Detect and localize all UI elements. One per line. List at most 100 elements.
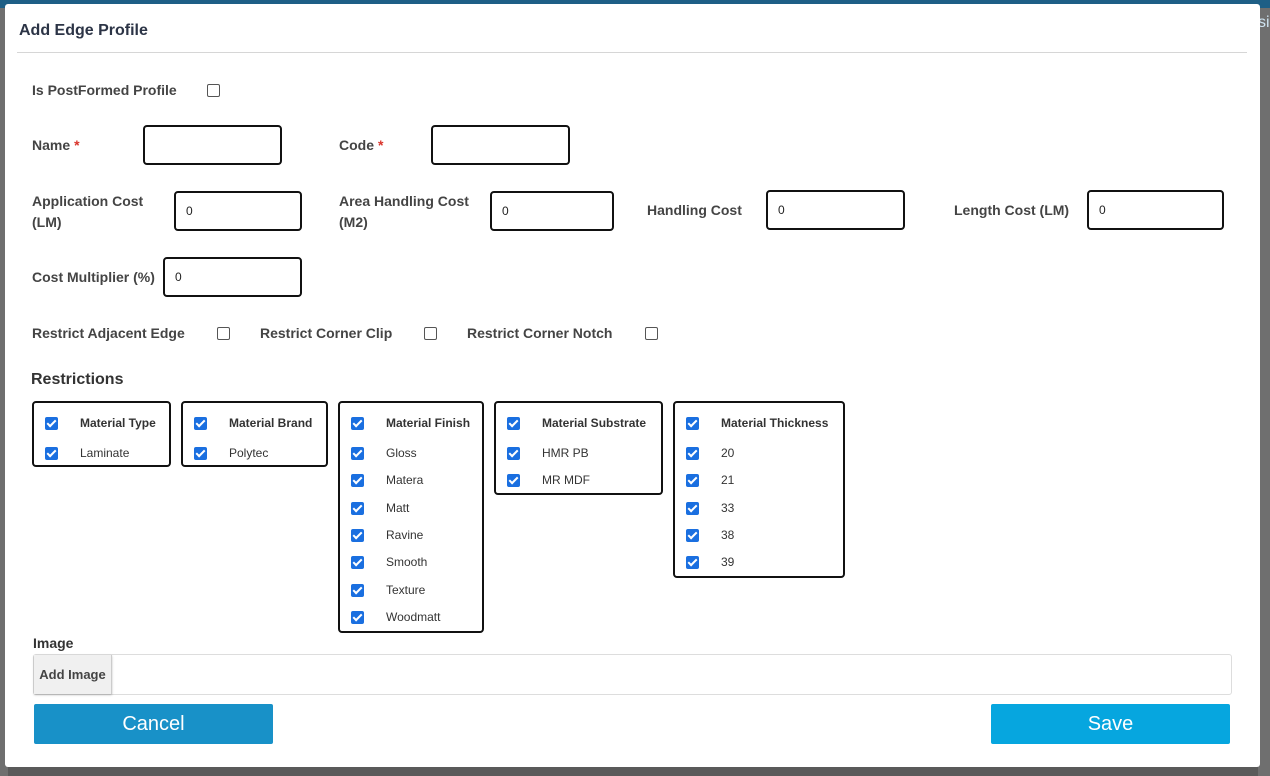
checkbox-checked[interactable]: [45, 416, 58, 430]
list-item-label: 21: [721, 473, 735, 487]
list-item-label: MR MDF: [542, 473, 590, 487]
checkbox-checked[interactable]: [686, 528, 699, 542]
material-thickness-header: Material Thickness: [721, 416, 829, 430]
restrictions-title: Restrictions: [31, 371, 124, 388]
material-brand-header-row[interactable]: Material Brand: [194, 415, 312, 431]
cancel-button[interactable]: Cancel: [34, 704, 273, 744]
name-input[interactable]: [143, 125, 282, 165]
list-item-label: 20: [721, 446, 735, 460]
list-item-label: Polytec: [229, 446, 269, 460]
list-item[interactable]: Ravine: [351, 527, 423, 543]
handling-cost-label: Handling Cost: [647, 202, 742, 218]
list-item-label: Ravine: [386, 528, 424, 542]
list-item[interactable]: 33: [686, 500, 734, 516]
list-item[interactable]: Matera: [351, 472, 423, 488]
list-item[interactable]: 38: [686, 527, 734, 543]
list-item[interactable]: Woodmatt: [351, 609, 440, 625]
area-handling-label-line1: Area Handling Cost: [339, 193, 469, 209]
code-label-text: Code: [339, 137, 374, 153]
title-divider: [17, 52, 1247, 53]
checkbox-checked[interactable]: [686, 446, 699, 460]
checkbox-checked[interactable]: [194, 446, 207, 460]
checkbox-checked[interactable]: [194, 416, 207, 430]
image-upload-area: Add Image: [33, 654, 1232, 695]
restrict-adjacent-edge-label: Restrict Adjacent Edge: [32, 325, 185, 341]
application-cost-label: Application Cost (LM): [32, 191, 143, 233]
checkbox-checked[interactable]: [351, 610, 364, 624]
code-input[interactable]: [431, 125, 570, 165]
area-handling-cost-label: Area Handling Cost (M2): [339, 191, 469, 233]
list-item[interactable]: MR MDF: [507, 472, 590, 488]
checkbox-checked[interactable]: [45, 446, 58, 460]
checkbox-checked[interactable]: [507, 473, 520, 487]
list-item-label: 33: [721, 501, 735, 515]
name-label-text: Name: [32, 137, 71, 153]
list-item-label: Woodmatt: [386, 610, 441, 624]
checkbox-checked[interactable]: [686, 555, 699, 569]
area-handling-label-line2: (M2): [339, 214, 368, 230]
postformed-checkbox[interactable]: [207, 84, 220, 97]
checkbox-checked[interactable]: [351, 473, 364, 487]
list-item-label: 38: [721, 528, 735, 542]
material-finish-header: Material Finish: [386, 416, 471, 430]
application-cost-label-line1: Application Cost: [32, 193, 144, 209]
list-item-label: 39: [721, 555, 735, 569]
checkbox-checked[interactable]: [351, 528, 364, 542]
length-cost-label: Length Cost (LM): [954, 202, 1070, 218]
checkbox-checked[interactable]: [507, 446, 520, 460]
material-brand-header: Material Brand: [229, 416, 313, 430]
checkbox-checked[interactable]: [351, 501, 364, 515]
image-label: Image: [33, 635, 74, 651]
material-substrate-header: Material Substrate: [542, 416, 647, 430]
required-marker: *: [74, 137, 80, 153]
list-item[interactable]: 20: [686, 445, 734, 461]
restrict-adjacent-edge-checkbox[interactable]: [217, 327, 230, 340]
material-thickness-header-row[interactable]: Material Thickness: [686, 415, 828, 431]
restrict-corner-notch-label: Restrict Corner Notch: [467, 325, 613, 341]
list-item[interactable]: Laminate: [45, 445, 129, 461]
checkbox-checked[interactable]: [351, 446, 364, 460]
add-edge-profile-modal: Add Edge Profile Is PostFormed Profile N…: [5, 4, 1260, 767]
save-button[interactable]: Save: [991, 704, 1230, 744]
checkbox-checked[interactable]: [351, 583, 364, 597]
material-finish-group: Material Finish Gloss Matera Matt Ravine…: [338, 401, 484, 633]
application-cost-label-line2: (LM): [32, 214, 62, 230]
material-finish-header-row[interactable]: Material Finish: [351, 415, 470, 431]
restrict-corner-notch-checkbox[interactable]: [645, 327, 658, 340]
material-thickness-group: Material Thickness 20 21 33 38 39: [673, 401, 845, 578]
checkbox-checked[interactable]: [686, 416, 699, 430]
list-item[interactable]: Matt: [351, 500, 409, 516]
add-image-button[interactable]: Add Image: [34, 655, 112, 694]
list-item[interactable]: Polytec: [194, 445, 268, 461]
material-type-header-row[interactable]: Material Type: [45, 415, 156, 431]
postformed-label: Is PostFormed Profile: [32, 82, 177, 98]
list-item[interactable]: Smooth: [351, 554, 427, 570]
handling-cost-input[interactable]: [766, 190, 905, 230]
length-cost-input[interactable]: [1087, 190, 1224, 230]
checkbox-checked[interactable]: [351, 416, 364, 430]
restrict-corner-clip-checkbox[interactable]: [424, 327, 437, 340]
list-item-label: HMR PB: [542, 446, 589, 460]
material-substrate-header-row[interactable]: Material Substrate: [507, 415, 646, 431]
cost-multiplier-input[interactable]: [163, 257, 302, 297]
required-marker: *: [378, 137, 384, 153]
checkbox-checked[interactable]: [686, 501, 699, 515]
material-substrate-group: Material Substrate HMR PB MR MDF: [494, 401, 663, 495]
list-item[interactable]: HMR PB: [507, 445, 589, 461]
cost-multiplier-label: Cost Multiplier (%): [32, 269, 155, 285]
list-item-label: Texture: [386, 583, 426, 597]
checkbox-checked[interactable]: [686, 473, 699, 487]
material-type-header: Material Type: [80, 416, 156, 430]
list-item[interactable]: 39: [686, 554, 734, 570]
list-item[interactable]: Texture: [351, 582, 425, 598]
list-item-label: Matera: [386, 473, 424, 487]
list-item[interactable]: 21: [686, 472, 734, 488]
list-item[interactable]: Gloss: [351, 445, 417, 461]
application-cost-input[interactable]: [174, 191, 302, 231]
list-item-label: Matt: [386, 501, 410, 515]
area-handling-cost-input[interactable]: [490, 191, 614, 231]
checkbox-checked[interactable]: [507, 416, 520, 430]
material-brand-group: Material Brand Polytec: [181, 401, 328, 467]
checkbox-checked[interactable]: [351, 555, 364, 569]
list-item-label: Smooth: [386, 555, 428, 569]
